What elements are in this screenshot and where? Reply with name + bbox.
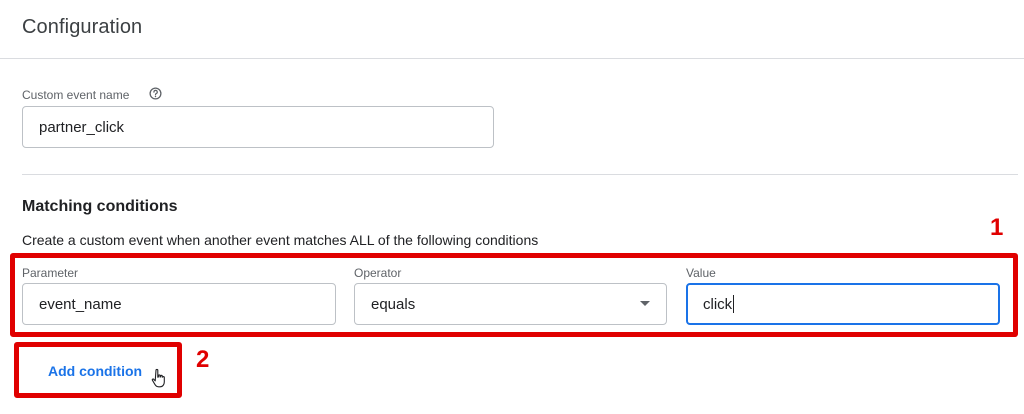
header-divider — [0, 58, 1024, 59]
annotation-box-conditions — [10, 253, 1018, 337]
page-title: Configuration — [22, 16, 143, 38]
help-icon[interactable] — [149, 87, 162, 100]
section-divider — [22, 174, 1018, 175]
annotation-marker-2: 2 — [196, 346, 210, 373]
annotation-marker-1: 1 — [990, 214, 1004, 241]
custom-event-name-value: partner_click — [39, 118, 125, 136]
matching-conditions-heading: Matching conditions — [22, 198, 178, 215]
matching-conditions-description: Create a custom event when another event… — [22, 232, 539, 248]
annotation-box-add-condition — [14, 342, 182, 398]
custom-event-name-input[interactable]: partner_click — [22, 106, 494, 148]
custom-event-name-label: Custom event name — [22, 88, 130, 102]
